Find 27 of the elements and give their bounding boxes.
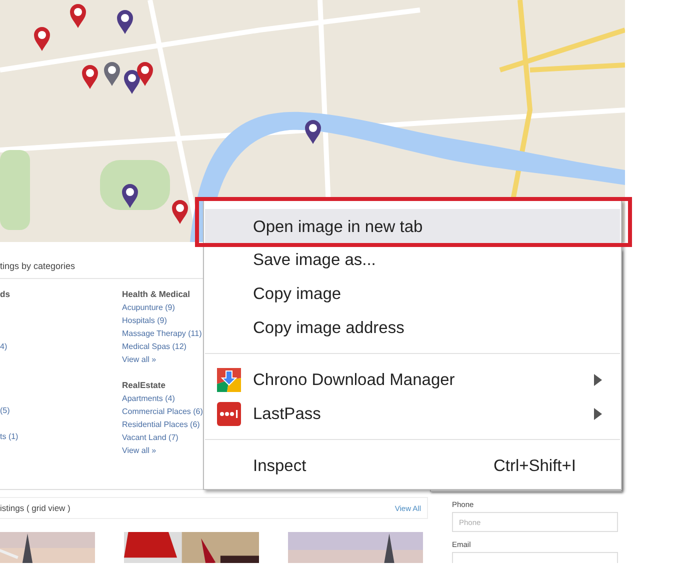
category-link[interactable]: Residential Places (6) — [122, 418, 203, 431]
category-link[interactable]: 4) — [0, 340, 122, 353]
download-arrow-icon — [217, 368, 241, 392]
category-link[interactable]: Medical Spas (12) — [122, 340, 203, 353]
password-dots-icon — [217, 402, 241, 426]
menu-item[interactable]: Chrono Download Manager — [205, 363, 620, 397]
category-heading: ds — [0, 288, 11, 301]
view-all-link[interactable]: View all » — [122, 353, 203, 366]
category-link[interactable]: Commercial Places (6) — [122, 405, 203, 418]
category-link[interactable]: Hospitals (9) — [122, 314, 203, 327]
menu-item[interactable]: Inspect Ctrl+Shift+I — [205, 449, 620, 483]
category-link[interactable]: Vacant Land (7) — [122, 431, 203, 444]
menu-item[interactable]: Copy image — [205, 277, 620, 311]
category-heading: Health & Medical — [122, 288, 192, 301]
category-link[interactable]: (5) — [0, 404, 122, 417]
section-title: istings ( grid view ) — [0, 503, 70, 513]
category-link[interactable]: Apartments (4) — [122, 392, 203, 405]
category-link[interactable]: ts (1) — [0, 430, 122, 443]
menu-item[interactable]: LastPass — [205, 397, 620, 431]
menu-item[interactable]: Open image in new tab — [205, 209, 620, 246]
view-all-link[interactable]: View all » — [122, 444, 203, 457]
shortcut-text: Ctrl+Shift+I — [493, 456, 576, 476]
category-link[interactable]: Acupunture (9) — [122, 301, 203, 314]
category-link[interactable]: Massage Therapy (11) — [122, 327, 203, 340]
menu-item[interactable]: Copy image address — [205, 311, 620, 345]
category-heading: RealEstate — [122, 379, 166, 392]
menu-item[interactable]: Save image as... — [205, 243, 620, 277]
